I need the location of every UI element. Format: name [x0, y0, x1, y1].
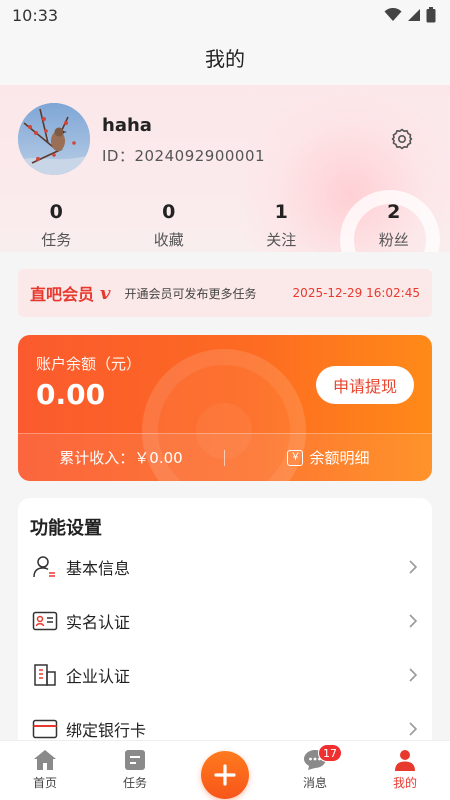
status-bar: 10:33: [0, 0, 450, 30]
menu-item-basic-info[interactable]: 基本信息: [18, 540, 432, 594]
tab-label: 我的: [392, 776, 417, 790]
bottom-tab-bar: 首页 任务 17 消息 我的: [0, 740, 450, 800]
withdraw-button[interactable]: 申请提现: [316, 366, 414, 404]
stat-label: 收藏: [153, 231, 184, 249]
stat-label: 粉丝: [378, 231, 409, 249]
stat-followers[interactable]: 2 粉丝: [338, 201, 450, 250]
stat-value: 2: [387, 201, 401, 223]
bank-card-icon: [32, 716, 58, 742]
profile-icon: [395, 750, 415, 771]
profile-stats: 0 任务 0 收藏 1 关注 2 粉丝: [0, 201, 450, 250]
total-income: 累计收入：￥0.00: [59, 449, 183, 467]
battery-icon: [426, 7, 436, 23]
username: haha: [102, 115, 152, 136]
stat-label: 关注: [266, 231, 297, 249]
wifi-icon: [384, 8, 402, 21]
vip-expire-date: 2025-12-29 16:02:45: [292, 286, 420, 300]
stat-favorites[interactable]: 0 收藏: [113, 201, 226, 250]
menu-item-real-name-auth[interactable]: 实名认证: [18, 594, 432, 648]
vip-title: 直吧会员: [30, 285, 95, 304]
menu-item-label: 实名认证: [66, 613, 131, 632]
balance-amount: 0.00: [36, 378, 106, 411]
stat-value: 0: [162, 201, 176, 223]
publish-button[interactable]: [201, 751, 249, 799]
home-icon: [34, 750, 56, 770]
chevron-right-icon: [409, 560, 418, 574]
id-card-icon: [32, 608, 58, 634]
status-icons: [384, 7, 436, 23]
stat-label: 任务: [41, 231, 72, 249]
function-settings-card: 功能设置 基本信息 实名认证 企业认证 绑定银行卡: [18, 498, 432, 758]
page-header: 我的: [0, 30, 450, 85]
user-info-icon: [32, 554, 58, 580]
vip-description: 开通会员可发布更多任务: [124, 286, 257, 301]
chevron-right-icon: [409, 668, 418, 682]
profile-section: haha ID：2024092900001 0 任务 0 收藏 1 关注 2 粉…: [0, 85, 450, 252]
vip-icon: v: [100, 282, 111, 304]
tab-label: 首页: [32, 776, 57, 790]
balance-detail-link[interactable]: ￥ 余额明细: [225, 447, 432, 468]
signal-icon: [408, 9, 420, 21]
tab-messages[interactable]: 17 消息: [270, 741, 360, 800]
task-icon: [125, 750, 145, 770]
stat-value: 0: [49, 201, 63, 223]
vip-membership-banner[interactable]: 直吧会员 v 开通会员可发布更多任务 2025-12-29 16:02:45: [18, 269, 432, 317]
menu-item-label: 基本信息: [66, 559, 131, 578]
user-id: ID：2024092900001: [102, 147, 266, 165]
balance-card: 账户余额（元） 0.00 申请提现 累计收入：￥0.00 ￥ 余额明细: [18, 335, 432, 481]
page-title: 我的: [205, 47, 245, 71]
gear-icon: [391, 128, 413, 150]
plus-icon: [214, 764, 236, 786]
status-time: 10:33: [12, 5, 59, 25]
menu-item-label: 绑定银行卡: [66, 721, 147, 740]
chevron-right-icon: [409, 614, 418, 628]
tab-publish[interactable]: [180, 741, 270, 800]
stat-following[interactable]: 1 关注: [225, 201, 338, 250]
stat-tasks[interactable]: 0 任务: [0, 201, 113, 250]
tab-label: 消息: [302, 776, 327, 790]
yen-icon: ￥: [287, 449, 304, 466]
tab-tasks[interactable]: 任务: [90, 741, 180, 800]
chevron-right-icon: [409, 722, 418, 736]
building-icon: [32, 662, 58, 688]
menu-item-enterprise-auth[interactable]: 企业认证: [18, 648, 432, 702]
tab-profile[interactable]: 我的: [360, 741, 450, 800]
unread-badge: 17: [318, 744, 342, 762]
balance-footer: 累计收入：￥0.00 ￥ 余额明细: [18, 434, 432, 481]
section-title: 功能设置: [30, 518, 102, 539]
tab-label: 任务: [122, 776, 147, 790]
avatar-image: [18, 103, 90, 175]
stat-value: 1: [274, 201, 288, 223]
balance-detail-label: 余额明细: [309, 449, 370, 467]
settings-button[interactable]: [388, 125, 416, 153]
balance-label: 账户余额（元）: [36, 355, 142, 373]
tab-home[interactable]: 首页: [0, 741, 90, 800]
menu-item-label: 企业认证: [66, 667, 131, 686]
avatar[interactable]: [18, 103, 90, 175]
